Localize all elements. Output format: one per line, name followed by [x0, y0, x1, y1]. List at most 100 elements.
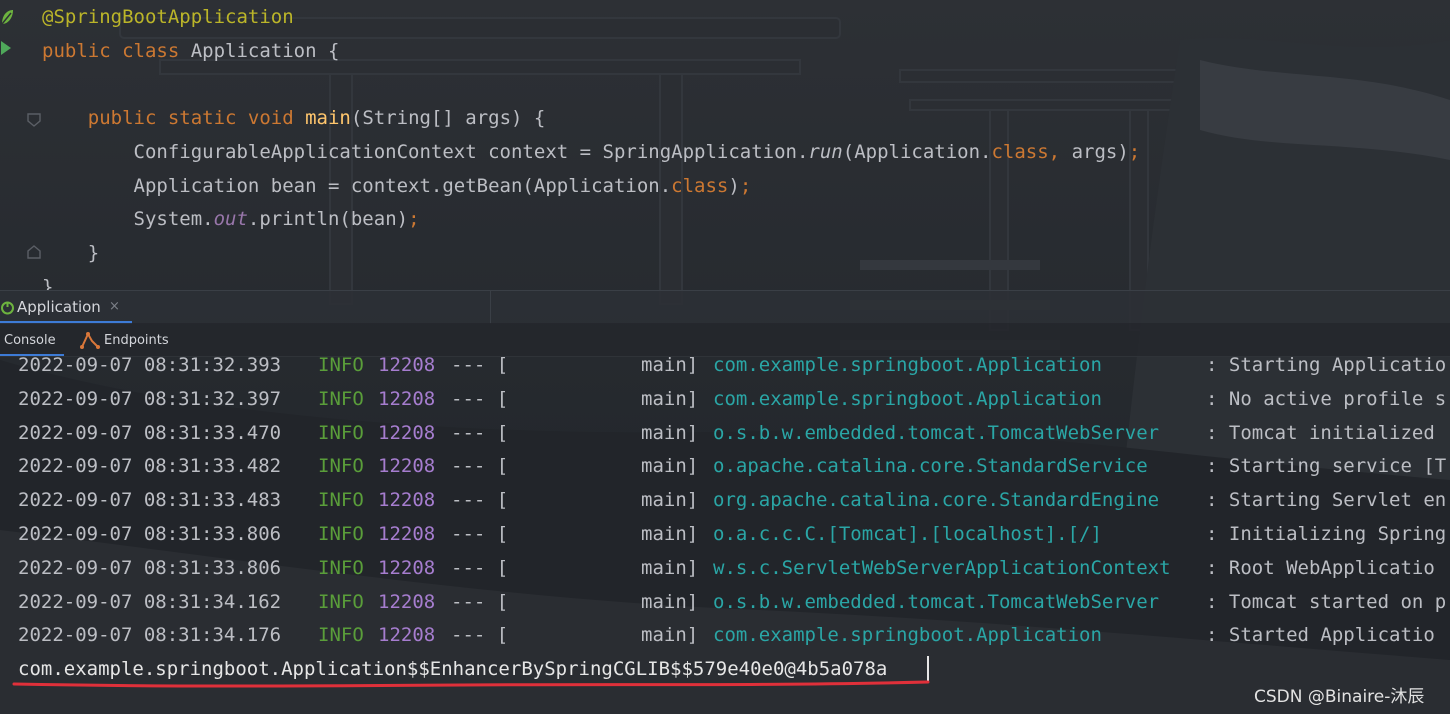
- run-triangle-icon[interactable]: [0, 40, 12, 56]
- code-token: args): [1071, 140, 1129, 163]
- code-token: class: [991, 140, 1049, 163]
- endpoints-icon: [80, 331, 100, 349]
- log-message: : Starting service [T: [1206, 455, 1447, 478]
- log-pid: 12208: [378, 455, 436, 478]
- code-token: out: [213, 208, 248, 231]
- log-message: : Tomcat started on p: [1206, 590, 1447, 613]
- tab-console[interactable]: Console: [0, 323, 64, 356]
- log-thread: main]: [641, 455, 699, 478]
- fold-end-marker-icon[interactable]: [26, 244, 42, 260]
- log-thread: main]: [641, 590, 699, 613]
- header-divider: [490, 291, 491, 324]
- log-timestamp: 2022-09-07 08:31:33.483: [18, 489, 282, 512]
- log-timestamp: 2022-09-07 08:31:33.482: [18, 455, 282, 478]
- editor-gutter: [0, 0, 44, 290]
- code-token: }: [42, 241, 100, 264]
- code-token: main: [305, 107, 351, 130]
- log-thread: main]: [641, 489, 699, 512]
- log-level: INFO: [318, 590, 364, 613]
- log-message: : Starting Servlet en: [1206, 489, 1447, 512]
- code-line[interactable]: Application bean = context.getBean(Appli…: [42, 169, 752, 203]
- tab-console-label: Console: [4, 333, 56, 348]
- spring-leaf-icon[interactable]: [0, 8, 14, 26]
- code-line[interactable]: public static void main(String[] args) {: [42, 101, 546, 135]
- log-level: INFO: [318, 489, 364, 512]
- log-timestamp: 2022-09-07 08:31:34.162: [18, 590, 282, 613]
- log-level: INFO: [318, 421, 364, 444]
- code-token: .println(bean): [247, 208, 409, 231]
- log-pid: 12208: [378, 421, 436, 444]
- log-message: : Starting Applicatio: [1206, 356, 1447, 376]
- close-icon[interactable]: ×: [109, 299, 120, 314]
- code-token: ;: [1128, 140, 1141, 163]
- log-timestamp: 2022-09-07 08:31:33.470: [18, 421, 282, 444]
- code-token: public static void: [42, 107, 306, 130]
- log-logger: com.example.springboot.Application: [713, 356, 1102, 376]
- log-timestamp: 2022-09-07 08:31:33.806: [18, 523, 282, 545]
- code-token: public class: [42, 39, 191, 62]
- code-token: Application bean = context.getBean(Appli…: [42, 174, 672, 197]
- log-level: INFO: [318, 387, 364, 410]
- log-level: INFO: [318, 556, 364, 579]
- code-line[interactable]: System.out.println(bean);: [42, 202, 420, 236]
- fold-marker-icon[interactable]: [26, 112, 42, 128]
- code-editor[interactable]: @SpringBootApplication public class Appli…: [0, 0, 1450, 290]
- code-token: ;: [739, 174, 752, 197]
- code-token: run: [808, 140, 843, 163]
- log-separator: --- [: [451, 356, 509, 376]
- code-token: ConfigurableApplicationContext context =…: [42, 140, 809, 163]
- code-token: @SpringBootApplication: [42, 6, 294, 28]
- run-tab-application[interactable]: Application ×: [0, 291, 132, 324]
- console-output[interactable]: 2022-09-07 08:31:32.393 INFO 12208 --- [mai…: [0, 356, 1450, 714]
- log-level: INFO: [318, 356, 364, 376]
- log-thread: main]: [641, 523, 699, 545]
- log-message: : Started Applicatio: [1206, 624, 1435, 647]
- log-separator: --- [: [451, 523, 509, 545]
- log-pid: 12208: [378, 523, 436, 545]
- log-pid: 12208: [378, 489, 436, 512]
- code-token: (Application.: [842, 140, 992, 163]
- log-message: : Root WebApplicatio: [1206, 556, 1435, 579]
- log-logger: com.example.springboot.Application: [713, 624, 1102, 647]
- tab-endpoints[interactable]: Endpoints: [78, 323, 188, 356]
- log-pid: 12208: [378, 387, 436, 410]
- log-logger: org.apache.catalina.core.StandardEngine: [713, 489, 1160, 512]
- tab-endpoints-label: Endpoints: [104, 333, 169, 348]
- spring-boot-icon: [1, 301, 14, 315]
- run-sub-tabs: Console Endpoints: [0, 323, 1450, 357]
- watermark: CSDN @Binaire-沐辰: [1254, 687, 1425, 707]
- log-pid: 12208: [378, 556, 436, 579]
- run-tool-window-header: Application ×: [0, 290, 1450, 324]
- log-separator: --- [: [451, 455, 509, 478]
- code-token: }: [42, 275, 54, 290]
- log-separator: --- [: [451, 590, 509, 613]
- log-message: : Initializing Spring: [1206, 523, 1447, 545]
- log-pid: 12208: [378, 624, 436, 647]
- code-token: ,: [1048, 140, 1072, 163]
- log-timestamp: 2022-09-07 08:31:32.397: [18, 387, 282, 410]
- code-line[interactable]: public class Application {: [42, 34, 339, 68]
- code-token: System.: [42, 208, 214, 231]
- log-logger: w.s.c.ServletWebServerApplicationContext: [713, 556, 1171, 579]
- log-message: : No active profile s: [1206, 387, 1447, 410]
- code-token: ): [728, 174, 740, 197]
- code-line[interactable]: ConfigurableApplicationContext context =…: [42, 135, 1141, 169]
- log-logger: o.apache.catalina.core.StandardService: [713, 455, 1148, 478]
- code-token: (String[] args) {: [350, 107, 546, 130]
- log-separator: --- [: [451, 489, 509, 512]
- log-message: : Tomcat initialized: [1206, 421, 1435, 444]
- log-thread: main]: [641, 624, 699, 647]
- log-thread: main]: [641, 556, 699, 579]
- log-level: INFO: [318, 624, 364, 647]
- code-line[interactable]: }: [42, 236, 99, 270]
- log-thread: main]: [641, 356, 699, 376]
- log-pid: 12208: [378, 356, 436, 376]
- log-timestamp: 2022-09-07 08:31:33.806: [18, 556, 282, 579]
- code-token: Application {: [190, 39, 340, 62]
- log-separator: --- [: [451, 387, 509, 410]
- log-separator: --- [: [451, 624, 509, 647]
- log-logger: o.s.b.w.embedded.tomcat.TomcatWebServer: [713, 421, 1160, 444]
- code-line[interactable]: @SpringBootApplication: [42, 0, 294, 34]
- log-separator: --- [: [451, 556, 509, 579]
- code-line[interactable]: }: [42, 270, 53, 290]
